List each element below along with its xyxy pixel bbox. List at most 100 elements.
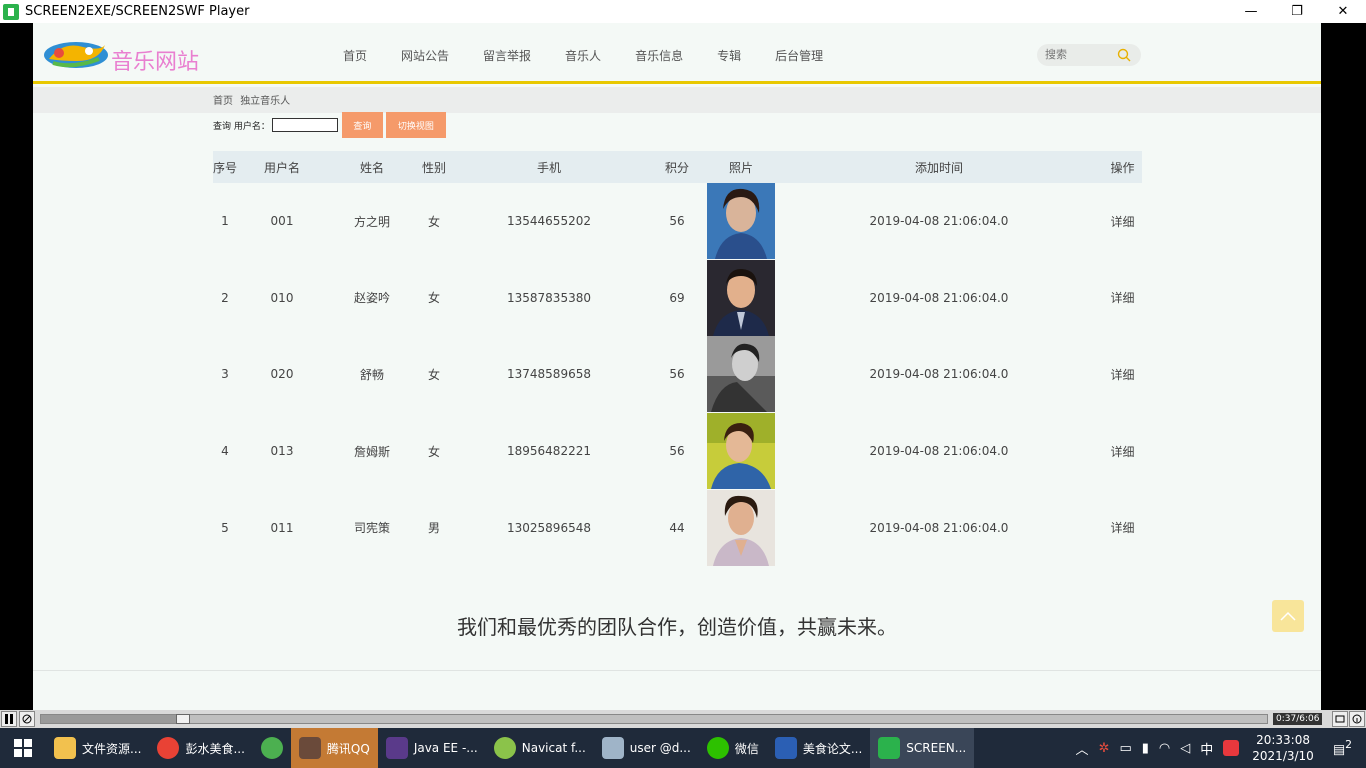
taskbar-wechat[interactable]: 微信	[699, 728, 767, 768]
col-gender: 性别	[421, 160, 446, 175]
cell-time: 2019-04-08 21:06:04.0	[869, 214, 1009, 229]
breadcrumb-home[interactable]: 首页	[213, 96, 233, 107]
cell-time: 2019-04-08 21:06:04.0	[869, 290, 1009, 305]
footer-slogan: 我们和最优秀的团队合作，创造价值，共赢未来。	[457, 615, 897, 639]
cell-gender: 女	[427, 291, 440, 306]
detail-link[interactable]: 详细	[1103, 183, 1142, 260]
cell-no: 4	[221, 444, 229, 459]
cell-points: 56	[669, 367, 685, 382]
pause-icon	[5, 714, 13, 724]
chevron-up-icon	[1280, 611, 1296, 621]
cell-gender: 女	[427, 214, 440, 229]
system-tray: ︿ ✲ ▭ ▮ ◠ ◁ 中 20:33:08 2021/3/10 ▤2	[1071, 728, 1366, 768]
info-icon	[1352, 714, 1362, 724]
site-logo-icon	[44, 42, 108, 68]
chevron-up-icon[interactable]: ︿	[1076, 739, 1089, 758]
stop-button[interactable]	[19, 711, 35, 727]
clock-date: 2021/3/10	[1252, 749, 1314, 763]
seek-progress	[41, 715, 176, 723]
switch-view-button[interactable]: 切换视图	[385, 112, 446, 138]
nav-home[interactable]: 首页	[343, 47, 367, 64]
notification-center[interactable]: ▤2	[1333, 738, 1352, 757]
start-button[interactable]	[0, 728, 46, 768]
network-icon[interactable]: ◠	[1159, 741, 1170, 756]
nav-announcements[interactable]: 网站公告	[401, 47, 449, 64]
search-icon[interactable]	[1117, 48, 1131, 62]
navicat-icon	[493, 737, 516, 759]
cell-no: 1	[221, 214, 229, 229]
taskbar-file-explorer[interactable]: 文件资源...	[46, 728, 149, 768]
cell-phone: 13025896548	[507, 520, 591, 535]
fit-window-button[interactable]	[1332, 711, 1348, 727]
cell-gender: 女	[427, 367, 440, 382]
ime-indicator[interactable]: 中	[1200, 739, 1213, 758]
cell-no: 2	[221, 290, 229, 305]
detail-link[interactable]: 详细	[1103, 413, 1142, 490]
close-button[interactable]: ✕	[1320, 0, 1366, 23]
query-button[interactable]: 查询	[341, 112, 383, 138]
notification-icon: ▤	[1332, 742, 1346, 758]
col-points: 积分	[664, 160, 689, 175]
battery-icon[interactable]: ▭	[1119, 741, 1131, 756]
refresh-app-icon	[260, 737, 283, 759]
word-icon	[774, 737, 797, 759]
taskbar-chrome[interactable]: 彭水美食...	[149, 728, 252, 768]
table-row: 4 013 詹姆斯 女 18956482221 56 2019-04-08 21…	[213, 413, 1142, 490]
site-header: 音乐网站 首页 网站公告 留言举报 音乐人 音乐信息 专辑 后台管理	[33, 23, 1321, 84]
username-query-input[interactable]	[271, 118, 338, 132]
taskbar-app-green[interactable]	[253, 728, 291, 768]
detail-link[interactable]: 详细	[1103, 489, 1142, 566]
detail-link[interactable]: 详细	[1103, 336, 1142, 413]
pause-button[interactable]	[1, 711, 17, 727]
chrome-icon	[157, 737, 180, 759]
cell-name: 赵姿吟	[353, 291, 390, 306]
detail-link[interactable]: 详细	[1103, 260, 1142, 337]
no-sound-icon	[22, 714, 32, 724]
system-clock[interactable]: 20:33:08 2021/3/10	[1252, 732, 1314, 764]
folder-icon	[54, 737, 76, 759]
taskbar-word[interactable]: 美食论文...	[767, 728, 870, 768]
minimize-button[interactable]: —	[1228, 0, 1274, 23]
maximize-button[interactable]: ❐	[1274, 0, 1320, 23]
cell-photo	[707, 489, 775, 566]
seek-thumb[interactable]	[175, 714, 190, 724]
microphone-icon[interactable]: ▮	[1142, 741, 1149, 756]
col-name: 姓名	[359, 160, 384, 175]
site-logo-text: 音乐网站	[111, 50, 200, 75]
taskbar-screen2exe[interactable]: SCREEN...	[870, 728, 975, 768]
taskbar-eclipse[interactable]: Java EE -...	[378, 728, 486, 768]
info-button[interactable]	[1349, 711, 1365, 727]
taskbar-qq[interactable]: 腾讯QQ	[290, 728, 378, 768]
cell-name: 司宪策	[353, 521, 390, 536]
taskbar-user-db[interactable]: user @d...	[594, 728, 699, 768]
cell-points: 56	[669, 444, 685, 459]
sogou-ime-icon[interactable]	[1223, 740, 1240, 756]
eclipse-icon	[385, 737, 408, 759]
clock-time: 20:33:08	[1256, 733, 1310, 747]
back-to-top-button[interactable]	[1272, 600, 1304, 632]
table-row: 5 011 司宪策 男 13025896548 44 2019-04-08 21…	[213, 489, 1142, 566]
volume-icon[interactable]: ◁	[1180, 741, 1190, 756]
fit-icon	[1335, 715, 1345, 723]
musician-table: 序号 用户名 姓名 性别 手机 积分 照片 添加时间 操作 1 001 方之明 …	[213, 151, 1142, 566]
cell-gender: 女	[427, 444, 440, 459]
nav-messages[interactable]: 留言举报	[483, 47, 531, 64]
cell-no: 3	[221, 367, 229, 382]
taskbar-navicat[interactable]: Navicat f...	[486, 728, 594, 768]
seek-bar[interactable]	[40, 714, 1268, 724]
footer-divider	[33, 670, 1321, 671]
cell-photo	[707, 183, 775, 260]
cell-username: 020	[270, 367, 294, 382]
nav-admin[interactable]: 后台管理	[775, 47, 823, 64]
query-label: 查询 用户名：	[213, 121, 270, 132]
nav-music-info[interactable]: 音乐信息	[635, 47, 683, 64]
cell-username: 001	[270, 214, 294, 229]
col-username: 用户名	[263, 160, 300, 175]
security-icon[interactable]: ✲	[1099, 741, 1110, 756]
cell-photo	[707, 259, 775, 337]
musician-photo	[707, 259, 775, 336]
nav-musicians[interactable]: 音乐人	[565, 47, 601, 64]
query-bar: 查询 用户名： 查询 切换视图	[213, 112, 446, 138]
nav-albums[interactable]: 专辑	[717, 47, 741, 64]
search-input[interactable]	[1045, 47, 1115, 63]
